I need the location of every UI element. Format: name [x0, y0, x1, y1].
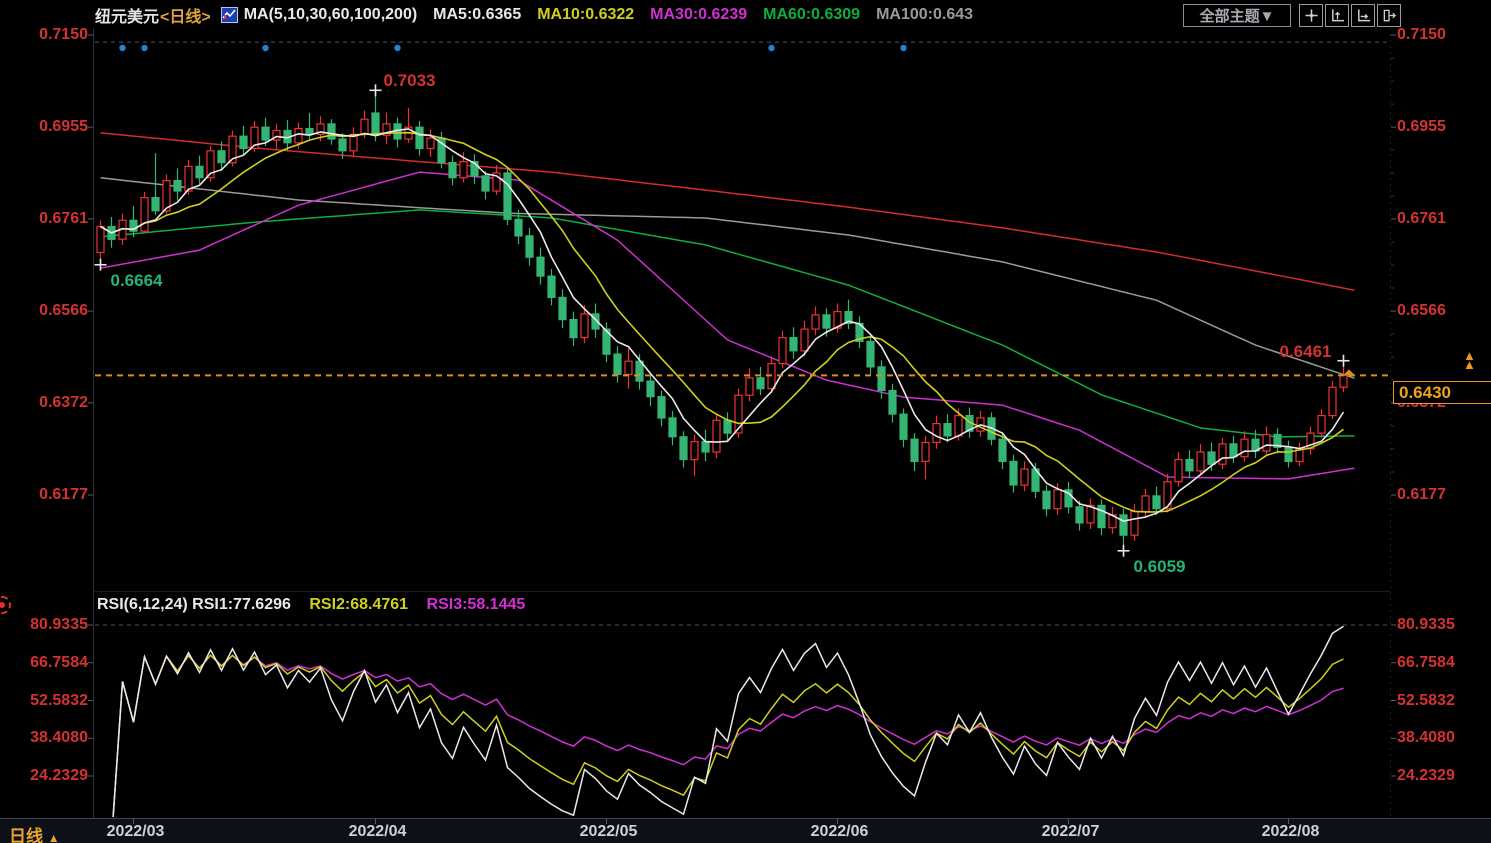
- price-extreme-label: 0.6461: [1280, 342, 1332, 362]
- rsi3-value: RSI3:58.1445: [427, 596, 526, 613]
- axis-tick-label: 66.7584: [4, 654, 88, 671]
- axis-tick-label: 0.6566: [1397, 302, 1446, 319]
- month-label: 2022/05: [577, 823, 641, 841]
- rsi-indicator-header[interactable]: RSI(6,12,24) RSI1:77.6296 RSI2:68.4761 R…: [97, 596, 539, 614]
- ma60-line: [101, 210, 1355, 437]
- price-chart-canvas[interactable]: [0, 0, 1491, 843]
- axis-tick-label: 24.2329: [1397, 767, 1455, 784]
- period-selector[interactable]: 日线 ▲: [9, 822, 60, 843]
- axis-tick-label: 0.6372: [4, 394, 88, 411]
- axis-tick-label: 0.6955: [1397, 118, 1446, 135]
- event-dot-icon: [394, 45, 400, 51]
- price-extreme-label: 0.7033: [384, 71, 436, 91]
- event-dot-icon: [768, 45, 774, 51]
- axis-tick-label: 0.7150: [4, 26, 88, 43]
- ma100-line: [101, 178, 1355, 378]
- month-label: 2022/08: [1259, 823, 1323, 841]
- extreme-cross-marker: [95, 259, 107, 271]
- axis-tick-label: 66.7584: [1397, 654, 1455, 671]
- rsi6-line: [112, 626, 1344, 840]
- axis-tick-label: 0.6761: [4, 210, 88, 227]
- axis-tick-label: 0.7150: [1397, 26, 1446, 43]
- extreme-cross-marker: [370, 84, 382, 96]
- rsi24-line: [112, 655, 1344, 840]
- fast-ma-lines: [101, 129, 1344, 521]
- price-extreme-label: 0.6059: [1134, 557, 1186, 577]
- axis-tick-label: 52.5832: [1397, 692, 1455, 709]
- axis-tick-label: 52.5832: [4, 692, 88, 709]
- extreme-cross-marker: [1338, 355, 1350, 367]
- time-axis-bar[interactable]: 日线 ▲ 2022/03 2022/04 2022/05 2022/06 2022/07…: [0, 818, 1491, 843]
- month-label: 2022/06: [808, 823, 872, 841]
- month-label: 2022/03: [104, 823, 168, 841]
- event-dot-icon: [900, 45, 906, 51]
- price-up-arrows-icon: ▲▲: [1463, 351, 1476, 369]
- event-dot-icon: [262, 45, 268, 51]
- event-dot-icon: [119, 45, 125, 51]
- period-arrow-icon: ▲: [48, 831, 60, 843]
- rsi2-value: RSI2:68.4761: [309, 596, 408, 613]
- ma5-line: [101, 129, 1344, 521]
- ma200-line: [101, 133, 1355, 290]
- axis-tick-label: 38.4080: [4, 729, 88, 746]
- rsi-lines: [112, 626, 1344, 840]
- axis-tick-label: 0.6566: [4, 302, 88, 319]
- axis-tick-label: 0.6177: [1397, 486, 1446, 503]
- price-direction-arrow-icon: [1343, 369, 1355, 375]
- axis-tick-label: 0.6761: [1397, 210, 1446, 227]
- rsi1-value: RSI(6,12,24) RSI1:77.6296: [97, 596, 291, 613]
- candles: [97, 90, 1347, 551]
- axis-tick-label: 0.6177: [4, 486, 88, 503]
- axis-tick-label: 0.6955: [4, 118, 88, 135]
- month-label: 2022/04: [346, 823, 410, 841]
- month-label: 2022/07: [1039, 823, 1103, 841]
- axis-tick-label: 80.9335: [4, 616, 88, 633]
- ma10-line: [101, 133, 1344, 512]
- event-dot-icon: [141, 45, 147, 51]
- last-price-box: 0.6430: [1393, 381, 1491, 404]
- price-extreme-label: 0.6664: [111, 271, 163, 291]
- axis-tick-label: 24.2329: [4, 767, 88, 784]
- axis-tick-label: 80.9335: [1397, 616, 1455, 633]
- trading-app-window: 纽元美元<日线> MA(5,10,30,60,100,200) MA5:0.63…: [0, 0, 1491, 843]
- axis-tick-label: 38.4080: [1397, 729, 1455, 746]
- extreme-cross-marker: [1118, 545, 1130, 557]
